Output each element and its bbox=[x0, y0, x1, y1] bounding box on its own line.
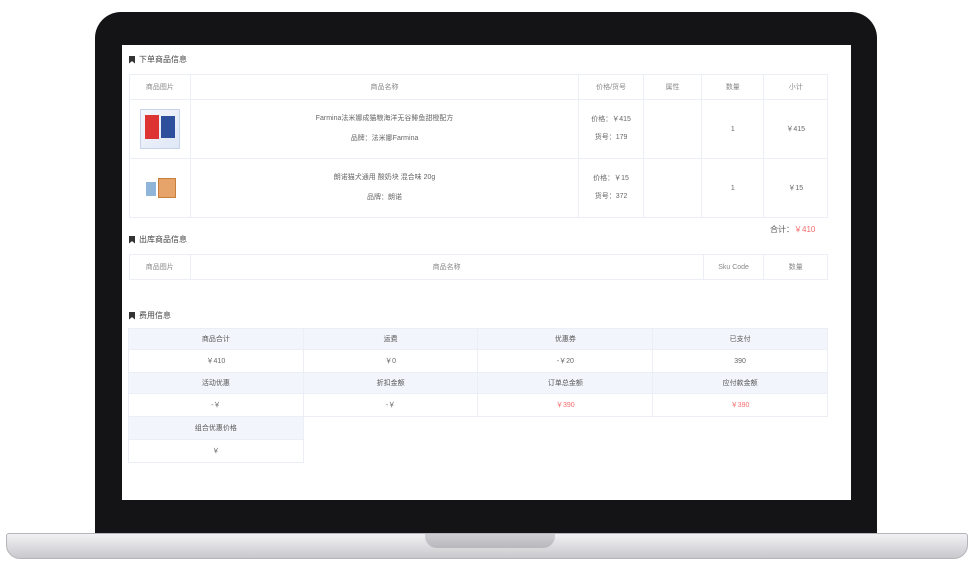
fee-header: 优惠券 bbox=[477, 328, 654, 350]
table-row: 朗诺猫犬通用 酸奶块 混合味 20g 品牌：朗诺 价格：￥15 货号：372 1… bbox=[129, 158, 828, 218]
fee-table: 商品合计 运费 优惠券 已支付 ￥410 ￥0 -￥20 390 活动优惠 折扣… bbox=[128, 328, 828, 463]
fee-header: 订单总金额 bbox=[477, 372, 654, 394]
fee-value: ￥ bbox=[128, 438, 304, 463]
product-sku: 货号：372 bbox=[594, 193, 628, 200]
fee-header: 已支付 bbox=[652, 328, 828, 350]
product-name[interactable]: Farmina法米娜成猫粮海洋无谷鲱鱼甜橙配方 bbox=[191, 109, 579, 129]
laptop-base bbox=[6, 533, 968, 559]
col-header-image: 商品图片 bbox=[129, 74, 191, 100]
product-sku: 货号：179 bbox=[594, 134, 628, 141]
product-qty: 1 bbox=[701, 158, 765, 218]
product-price: 价格：￥15 bbox=[593, 175, 629, 182]
fee-value: -￥ bbox=[302, 393, 479, 417]
cat-food-bag-icon[interactable] bbox=[139, 109, 180, 149]
bookmark-icon bbox=[129, 311, 135, 320]
bookmark-icon bbox=[129, 55, 135, 64]
fee-header: 应付款金额 bbox=[652, 372, 828, 394]
product-brand: 品牌：朗诺 bbox=[367, 194, 403, 201]
fee-header: 活动优惠 bbox=[128, 372, 304, 394]
order-total-value: ￥410 bbox=[794, 225, 816, 234]
fee-header: 组合优惠价格 bbox=[128, 416, 304, 440]
order-total: 合计：￥410 bbox=[770, 224, 815, 235]
table-row: Farmina法米娜成猫粮海洋无谷鲱鱼甜橙配方 品牌：法米娜Farmina 价格… bbox=[129, 99, 828, 159]
col-header-qty: 数量 bbox=[701, 74, 765, 100]
col-header-attr: 属性 bbox=[642, 74, 703, 100]
fee-value: 390 bbox=[652, 349, 828, 373]
col-header-price: 价格/货号 bbox=[578, 74, 644, 100]
product-brand: 品牌：法米娜Farmina bbox=[350, 135, 419, 142]
fee-value: -￥20 bbox=[477, 349, 654, 373]
yogurt-treat-pack-icon[interactable] bbox=[140, 168, 180, 208]
col-header-name: 商品名称 bbox=[189, 74, 580, 100]
product-attr bbox=[642, 158, 703, 218]
stock-section-title: 出库商品信息 bbox=[129, 234, 187, 245]
fee-value: ￥390 bbox=[477, 393, 654, 417]
stock-section-title-text: 出库商品信息 bbox=[139, 235, 187, 244]
product-qty: 1 bbox=[701, 99, 765, 159]
fee-header: 商品合计 bbox=[128, 328, 304, 350]
order-total-label: 合计： bbox=[770, 225, 794, 234]
fee-header: 运费 bbox=[302, 328, 479, 350]
col-header-image: 商品图片 bbox=[129, 254, 191, 280]
order-section-title: 下单商品信息 bbox=[129, 54, 187, 65]
col-header-subtotal: 小计 bbox=[763, 74, 828, 100]
order-products-table: 商品图片 商品名称 价格/货号 属性 数量 小计 Farmina法米娜成猫粮海洋… bbox=[129, 74, 828, 218]
product-subtotal: ￥415 bbox=[763, 99, 828, 159]
product-subtotal: ￥15 bbox=[763, 158, 828, 218]
laptop-notch bbox=[425, 534, 555, 548]
fee-section-title: 费用信息 bbox=[129, 310, 171, 321]
fee-value: ￥390 bbox=[652, 393, 828, 417]
col-header-name: 商品名称 bbox=[189, 254, 704, 280]
order-section-title-text: 下单商品信息 bbox=[139, 55, 187, 64]
screen: 下单商品信息 商品图片 商品名称 价格/货号 属性 数量 小计 Farmina法… bbox=[122, 45, 851, 500]
bookmark-icon bbox=[129, 235, 135, 244]
product-attr bbox=[642, 99, 703, 159]
col-header-sku-code: Sku Code bbox=[702, 254, 765, 280]
fee-section-title-text: 费用信息 bbox=[139, 311, 171, 320]
fee-header: 折扣金额 bbox=[302, 372, 479, 394]
fee-value: -￥ bbox=[128, 393, 304, 417]
fee-value: ￥410 bbox=[128, 349, 304, 373]
stock-products-table: 商品图片 商品名称 Sku Code 数量 bbox=[129, 254, 828, 280]
product-name[interactable]: 朗诺猫犬通用 酸奶块 混合味 20g bbox=[191, 168, 579, 188]
fee-value: ￥0 bbox=[302, 349, 479, 373]
col-header-qty: 数量 bbox=[763, 254, 828, 280]
product-price: 价格：￥415 bbox=[591, 116, 631, 123]
